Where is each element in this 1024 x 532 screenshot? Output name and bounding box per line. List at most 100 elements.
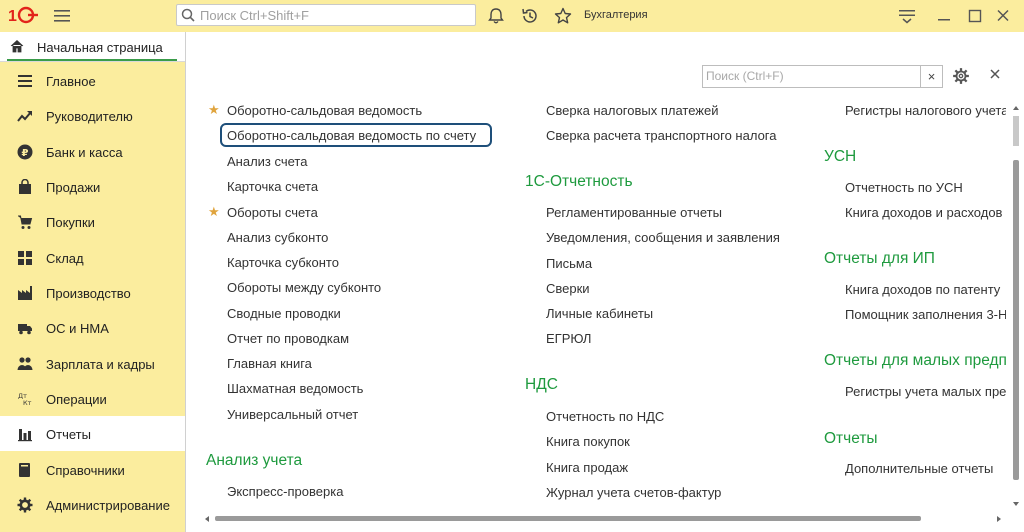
people-icon bbox=[17, 357, 33, 370]
report-link-tax-registers[interactable]: Регистры налогового учета bbox=[845, 103, 1006, 118]
report-link-3ndfl-helper[interactable]: Помощник заполнения 3-Н bbox=[845, 307, 1006, 322]
sidebar-item-label: Банк и касса bbox=[46, 145, 123, 160]
top-bar: 1 Поиск Ctrl+Shift+F Бухгалтерия bbox=[0, 0, 1024, 32]
report-link-sales-book[interactable]: Книга продаж bbox=[546, 460, 628, 475]
report-link-entries-report[interactable]: Отчет по проводкам bbox=[227, 331, 349, 346]
group-heading-1c-reporting: 1С-Отчетность bbox=[525, 173, 633, 190]
report-link-notifications[interactable]: Уведомления, сообщения и заявления bbox=[546, 230, 780, 245]
report-link-purchase-book[interactable]: Книга покупок bbox=[546, 434, 630, 449]
report-link-personal-accounts[interactable]: Личные кабинеты bbox=[546, 306, 653, 321]
history-icon[interactable] bbox=[520, 6, 540, 26]
report-link-universal-report[interactable]: Универсальный отчет bbox=[227, 407, 358, 422]
panel-close-icon[interactable] bbox=[989, 68, 1001, 80]
report-link-small-business-registers[interactable]: Регистры учета малых предприятий bbox=[845, 384, 1006, 399]
group-heading-vat: НДС bbox=[525, 376, 558, 393]
sidebar-item-directories[interactable]: Справочники bbox=[0, 452, 185, 487]
search-icon bbox=[181, 8, 195, 22]
reports-panel: Поиск (Ctrl+F) × ★ Оборотно-сальдовая ве… bbox=[185, 32, 1024, 532]
group-heading-reports: Отчеты bbox=[824, 430, 878, 447]
home-icon bbox=[10, 39, 24, 53]
menu-burger-icon[interactable] bbox=[53, 7, 71, 25]
report-link-general-ledger[interactable]: Главная книга bbox=[227, 356, 312, 371]
group-heading-ip-reports: Отчеты для ИП bbox=[824, 250, 935, 267]
sidebar-item-main[interactable]: Главное bbox=[0, 63, 185, 98]
sidebar-item-label: Справочники bbox=[46, 463, 125, 478]
report-link-chess-sheet[interactable]: Шахматная ведомость bbox=[227, 381, 363, 396]
settings-gear-icon[interactable] bbox=[952, 67, 970, 85]
sidebar-item-label: Администрирование bbox=[46, 498, 170, 513]
factory-icon bbox=[18, 286, 32, 300]
report-link-account-turnovers[interactable]: Обороты счета bbox=[227, 205, 318, 220]
minimize-button[interactable] bbox=[933, 7, 955, 25]
favorite-star-icon[interactable]: ★ bbox=[208, 102, 220, 118]
group-heading-accounting-analysis: Анализ учета bbox=[206, 452, 303, 469]
cart-icon bbox=[18, 215, 33, 229]
global-search-placeholder: Поиск Ctrl+Shift+F bbox=[200, 8, 309, 23]
report-link-additional-reports[interactable]: Дополнительные отчеты bbox=[845, 461, 993, 476]
report-link-account-card[interactable]: Карточка счета bbox=[227, 179, 318, 194]
report-link-turnover-balance-by-account[interactable]: Оборотно-сальдовая ведомость по счету bbox=[227, 128, 476, 143]
home-tab[interactable]: Начальная страница bbox=[0, 32, 186, 62]
1c-logo-icon[interactable]: 1 bbox=[8, 5, 38, 25]
sidebar-item-label: Склад bbox=[46, 251, 84, 266]
sidebar-item-operations[interactable]: Дт Кт Операции bbox=[0, 381, 185, 416]
report-link-letters[interactable]: Письма bbox=[546, 256, 592, 271]
main-menu-icon[interactable] bbox=[896, 7, 918, 25]
sidebar-item-label: Производство bbox=[46, 286, 131, 301]
panel-search-clear-button[interactable]: × bbox=[921, 65, 943, 88]
sidebar-item-director[interactable]: Руководителю bbox=[0, 98, 185, 133]
app-title: Бухгалтерия bbox=[584, 9, 648, 21]
report-link-subconto-turnovers[interactable]: Обороты между субконто bbox=[227, 280, 381, 295]
horizontal-scrollbar[interactable] bbox=[201, 512, 1007, 526]
ruble-coin-icon: ₽ bbox=[17, 144, 33, 160]
sidebar-item-label: Зарплата и кадры bbox=[46, 357, 155, 372]
kt-label: Кт bbox=[23, 399, 32, 407]
sidebar-item-fixed-assets[interactable]: ОС и НМА bbox=[0, 310, 185, 345]
report-link-reconciliations[interactable]: Сверки bbox=[546, 281, 590, 296]
svg-text:₽: ₽ bbox=[22, 148, 29, 159]
svg-text:1: 1 bbox=[8, 8, 17, 25]
truck-icon bbox=[18, 324, 32, 335]
report-link-account-analysis[interactable]: Анализ счета bbox=[227, 154, 307, 169]
report-link-regulated-reports[interactable]: Регламентированные отчеты bbox=[546, 205, 722, 220]
report-link-summary-entries[interactable]: Сводные проводки bbox=[227, 306, 341, 321]
sidebar-item-bank[interactable]: ₽ Банк и касса bbox=[0, 134, 185, 169]
panel-search-placeholder: Поиск (Ctrl+F) bbox=[706, 69, 784, 83]
report-link-transport-tax-reconciliation[interactable]: Сверка расчета транспортного налога bbox=[546, 128, 776, 143]
report-link-patent-income-book[interactable]: Книга доходов по патенту bbox=[845, 282, 1000, 297]
report-link-tax-payments-reconciliation[interactable]: Сверка налоговых платежей bbox=[546, 103, 719, 118]
panel-search-input[interactable]: Поиск (Ctrl+F) bbox=[702, 65, 921, 88]
sidebar-item-label: Главное bbox=[46, 74, 96, 89]
sidebar-item-purchases[interactable]: Покупки bbox=[0, 204, 185, 239]
sidebar-item-sales[interactable]: Продажи bbox=[0, 169, 185, 204]
sidebar-item-warehouse[interactable]: Склад bbox=[0, 240, 185, 275]
report-link-subconto-card[interactable]: Карточка субконто bbox=[227, 255, 339, 270]
maximize-button[interactable] bbox=[964, 7, 986, 25]
sidebar-item-production[interactable]: Производство bbox=[0, 275, 185, 310]
column-3-clip: Регистры налогового учета УСН Отчетность… bbox=[816, 92, 1006, 512]
report-link-egrul[interactable]: ЕГРЮЛ bbox=[546, 331, 591, 346]
report-link-express-check[interactable]: Экспресс-проверка bbox=[227, 484, 343, 499]
group-heading-small-business-reports: Отчеты для малых предприятий bbox=[824, 352, 1006, 369]
sidebar-item-administration[interactable]: Администрирование bbox=[0, 487, 185, 522]
sidebar-item-label: Операции bbox=[46, 392, 107, 407]
report-link-turnover-balance[interactable]: Оборотно-сальдовая ведомость bbox=[227, 103, 422, 118]
close-window-button[interactable] bbox=[992, 7, 1014, 25]
dt-kt-icon: Дт Кт bbox=[18, 392, 32, 407]
sidebar-item-payroll[interactable]: Зарплата и кадры bbox=[0, 346, 185, 381]
report-link-invoice-journal[interactable]: Журнал учета счетов-фактур bbox=[546, 485, 721, 500]
global-search-input[interactable]: Поиск Ctrl+Shift+F bbox=[176, 4, 476, 26]
bell-icon[interactable] bbox=[486, 6, 506, 26]
report-link-vat-reporting[interactable]: Отчетность по НДС bbox=[546, 409, 664, 424]
vertical-scrollbar[interactable] bbox=[1009, 96, 1023, 516]
sidebar-item-label: Продажи bbox=[46, 180, 101, 195]
favorite-star-icon[interactable]: ★ bbox=[208, 204, 220, 220]
star-icon[interactable] bbox=[553, 6, 573, 26]
report-link-income-expense-book[interactable]: Книга доходов и расходов bbox=[845, 205, 1002, 220]
shopping-bag-icon bbox=[19, 179, 31, 194]
lines-icon bbox=[18, 75, 32, 87]
gear-icon bbox=[17, 497, 33, 513]
report-link-usn-reporting[interactable]: Отчетность по УСН bbox=[845, 180, 963, 195]
report-link-subconto-analysis[interactable]: Анализ субконто bbox=[227, 230, 328, 245]
sidebar-item-reports[interactable]: Отчеты bbox=[0, 416, 185, 451]
